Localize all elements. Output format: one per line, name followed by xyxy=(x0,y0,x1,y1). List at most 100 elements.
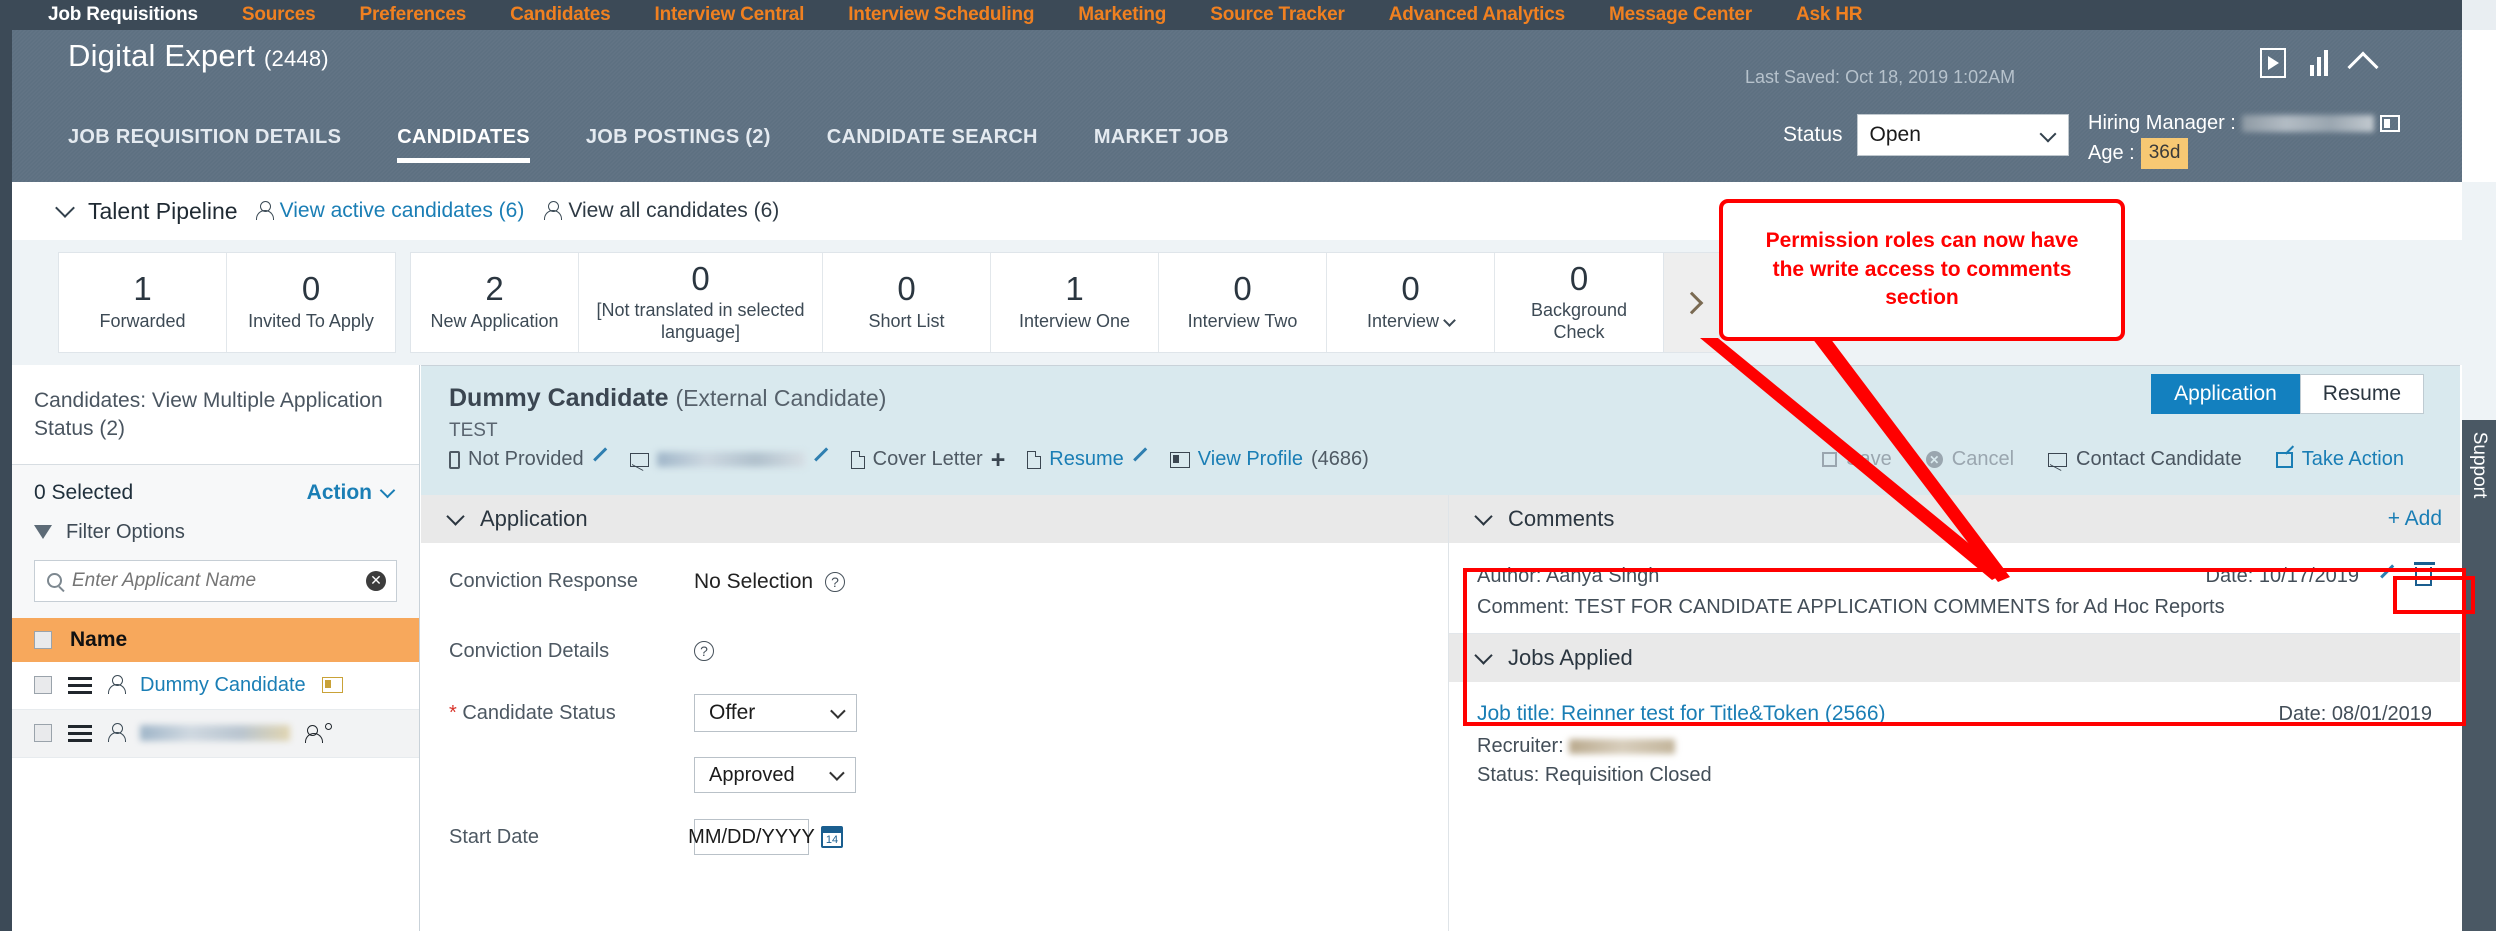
field-value: MM/DD/YYYY 14 xyxy=(688,819,843,855)
jobs-applied-section-header-left: Jobs Applied xyxy=(1474,645,1633,671)
candidate-search-box[interactable]: ✕ xyxy=(34,559,397,602)
stage-card-new-application[interactable]: 2 New Application xyxy=(411,253,579,352)
edit-pencil-icon[interactable] xyxy=(592,452,608,468)
start-date-input[interactable]: MM/DD/YYYY xyxy=(688,819,815,855)
application-section-header[interactable]: Application xyxy=(421,495,1448,543)
job-title-link[interactable]: Job title: Reinner test for Title&Token … xyxy=(1477,702,1886,726)
play-icon[interactable] xyxy=(2260,48,2286,78)
field-value: Offer xyxy=(694,694,857,732)
row-checkbox[interactable] xyxy=(34,724,52,743)
nav-item-interview-scheduling[interactable]: Interview Scheduling xyxy=(826,4,1056,26)
tab-job-postings[interactable]: JOB POSTINGS (2) xyxy=(558,126,799,163)
stage-card-short-list[interactable]: 0 Short List xyxy=(823,253,991,352)
stage-card-not-translated[interactable]: 0 [Not translated in selected language] xyxy=(579,253,823,352)
filter-options-button[interactable]: Filter Options xyxy=(12,516,419,560)
chevron-down-icon xyxy=(830,703,846,719)
tab-candidate-search[interactable]: CANDIDATE SEARCH xyxy=(799,126,1066,163)
table-row[interactable] xyxy=(12,709,419,758)
application-column: Application Conviction Response No Selec… xyxy=(421,495,1449,931)
chevron-down-icon[interactable] xyxy=(1474,506,1493,526)
stage-label: Forwarded xyxy=(99,311,186,332)
approval-status-select[interactable]: Approved xyxy=(694,757,856,793)
stage-card-background-check[interactable]: 0 Background Check xyxy=(1495,253,1663,352)
id-badge-icon xyxy=(321,677,343,694)
view-all-candidates-link[interactable]: View all candidates (6) xyxy=(544,199,779,223)
edit-pencil-icon[interactable] xyxy=(1132,452,1148,468)
stage-card-interview-two[interactable]: 0 Interview Two xyxy=(1159,253,1327,352)
cover-letter-label: Cover Letter xyxy=(872,448,983,470)
help-icon[interactable]: ? xyxy=(694,641,714,661)
org-chart-icon[interactable] xyxy=(2379,114,2400,132)
candidate-list-action-row: 0 Selected Action xyxy=(12,464,419,517)
nav-item-source-tracker[interactable]: Source Tracker xyxy=(1188,4,1367,26)
email-group xyxy=(629,452,829,468)
stage-card-forwarded[interactable]: 1 Forwarded xyxy=(59,253,227,352)
view-active-candidates-link[interactable]: View active candidates (6) xyxy=(255,199,524,223)
nav-item-interview-central[interactable]: Interview Central xyxy=(633,4,827,26)
hiring-manager-name-redacted xyxy=(2241,114,2374,132)
nav-item-sources[interactable]: Sources xyxy=(220,4,338,26)
analytics-bar-chart-icon[interactable] xyxy=(2310,50,2328,76)
action-menu-button[interactable]: Action xyxy=(307,481,396,505)
chevron-down-icon[interactable] xyxy=(1443,314,1456,327)
nav-item-marketing[interactable]: Marketing xyxy=(1056,4,1188,26)
stage-card-interview[interactable]: 0 Interview xyxy=(1327,253,1495,352)
clear-search-icon[interactable]: ✕ xyxy=(366,570,386,591)
stage-count: 0 xyxy=(691,259,710,297)
multiple-applications-icon xyxy=(305,723,332,744)
plus-icon[interactable]: + xyxy=(991,447,1006,472)
chevron-down-icon[interactable] xyxy=(1474,645,1493,665)
nav-item-preferences[interactable]: Preferences xyxy=(337,4,488,26)
candidate-name-redacted[interactable] xyxy=(140,725,290,742)
column-header-name: Name xyxy=(70,627,128,651)
chevron-down-icon[interactable] xyxy=(446,506,465,526)
requisition-title-text: Digital Expert xyxy=(68,38,256,73)
candidate-table-header: Name xyxy=(12,617,419,662)
resume-group[interactable]: Resume xyxy=(1027,448,1147,471)
chevron-up-icon[interactable] xyxy=(2347,51,2379,83)
nav-item-ask-hr[interactable]: Ask HR xyxy=(1774,4,1884,26)
person-icon xyxy=(108,675,126,695)
chevron-down-icon xyxy=(2039,125,2057,143)
status-select[interactable]: Open xyxy=(1856,114,2069,156)
job-recruiter-label: Recruiter: xyxy=(1477,735,1564,757)
candidate-name-link[interactable]: Dummy Candidate xyxy=(140,674,306,697)
search-input[interactable] xyxy=(72,569,356,592)
view-profile-group[interactable]: View Profile (4686) xyxy=(1169,448,1369,471)
edit-pencil-icon[interactable] xyxy=(813,452,829,468)
table-row[interactable]: Dummy Candidate xyxy=(12,662,419,710)
required-asterisk: * xyxy=(449,701,457,724)
stage-card-invited-to-apply[interactable]: 0 Invited To Apply xyxy=(227,253,395,352)
annotation-callout: Permission roles can now have the write … xyxy=(1719,199,2125,341)
drag-handle-icon[interactable] xyxy=(68,673,92,698)
selected-count: 0 Selected xyxy=(34,480,134,504)
field-candidate-status: * Candidate Status Offer xyxy=(421,682,1448,744)
stage-card-interview-one[interactable]: 1 Interview One xyxy=(991,253,1159,352)
candidate-status-select[interactable]: Offer xyxy=(694,694,857,732)
candidate-list-panel: Candidates: View Multiple Application St… xyxy=(0,365,420,931)
nav-item-job-requisitions[interactable]: Job Requisitions xyxy=(26,4,220,26)
row-checkbox[interactable] xyxy=(34,676,52,695)
mail-icon xyxy=(629,452,649,467)
talent-pipeline-title: Talent Pipeline xyxy=(88,197,238,224)
tab-market-job[interactable]: MARKET JOB xyxy=(1066,126,1257,163)
view-profile-link[interactable]: View Profile xyxy=(1198,448,1303,471)
drag-handle-icon[interactable] xyxy=(68,721,92,746)
jobs-applied-section-title: Jobs Applied xyxy=(1508,645,1633,670)
calendar-icon[interactable]: 14 xyxy=(821,826,843,848)
jobs-applied-section-header[interactable]: Jobs Applied xyxy=(1449,634,2460,682)
select-all-checkbox[interactable] xyxy=(34,630,52,649)
nav-item-advanced-analytics[interactable]: Advanced Analytics xyxy=(1367,4,1587,26)
cover-letter-group[interactable]: Cover Letter + xyxy=(850,447,1006,472)
tab-candidates[interactable]: CANDIDATES xyxy=(369,126,558,163)
nav-item-candidates[interactable]: Candidates xyxy=(488,4,632,26)
candidate-contact-links: Not Provided Cover Letter + Resume View … xyxy=(449,447,1381,472)
help-icon[interactable]: ? xyxy=(825,571,846,592)
candidate-search-wrapper: ✕ xyxy=(12,559,419,618)
status-control-group: Status Open xyxy=(1783,114,2069,156)
resume-link[interactable]: Resume xyxy=(1049,448,1123,471)
chevron-down-icon[interactable] xyxy=(55,198,75,218)
nav-item-message-center[interactable]: Message Center xyxy=(1587,4,1774,26)
tab-job-requisition-details[interactable]: JOB REQUISITION DETAILS xyxy=(68,126,369,163)
phone-value: Not Provided xyxy=(468,448,584,470)
